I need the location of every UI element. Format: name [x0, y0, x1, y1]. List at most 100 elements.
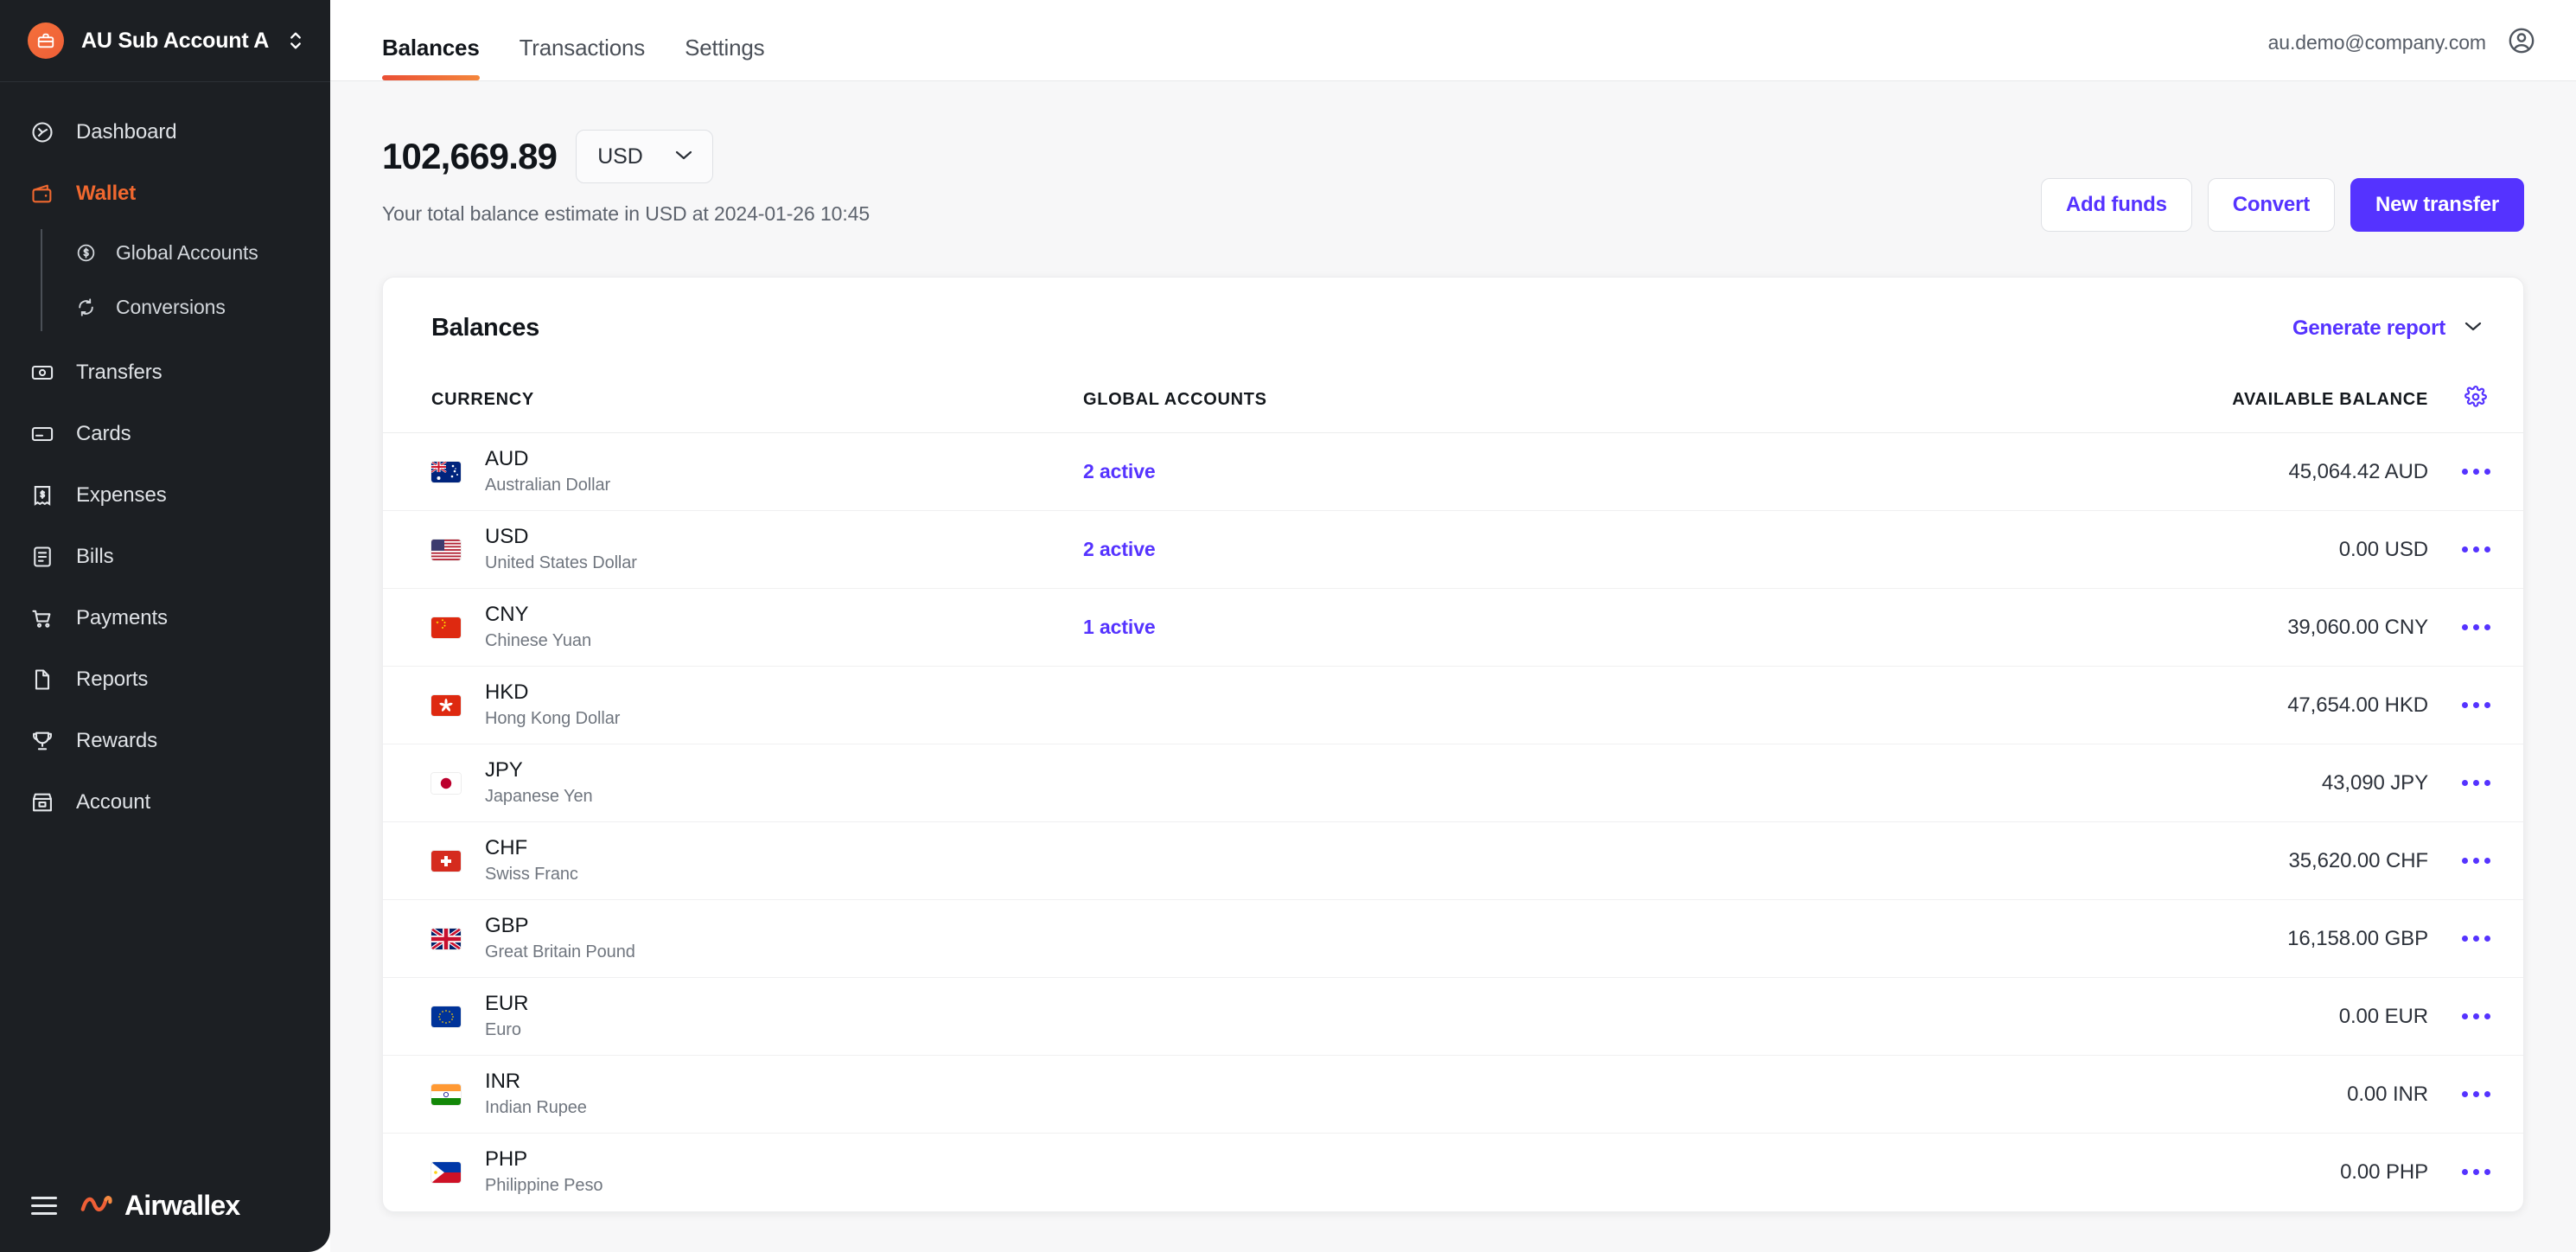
topbar: Balances Transactions Settings au.demo@c… — [330, 0, 2576, 81]
balances-table: CURRENCY GLOBAL ACCOUNTS AVAILABLE BALAN… — [383, 372, 2523, 1211]
currency-selector-value: USD — [597, 144, 643, 169]
currency-name: Hong Kong Dollar — [485, 709, 621, 728]
balance-summary: 102,669.89 USD Your total balance estima… — [382, 81, 2524, 232]
sidebar-footer: Airwallex — [0, 1159, 330, 1252]
table-row[interactable]: USD United States Dollar 2 active 0.00 U… — [383, 510, 2523, 589]
sidebar-subitem-label: Conversions — [116, 296, 226, 318]
sidebar-item-account[interactable]: Account — [0, 771, 330, 833]
currency-selector[interactable]: USD — [576, 130, 713, 183]
currency-name: Japanese Yen — [485, 787, 593, 806]
cart-icon — [28, 604, 57, 633]
global-accounts-link[interactable]: 2 active — [1083, 460, 1156, 482]
sidebar-item-conversions[interactable]: Conversions — [54, 280, 330, 335]
more-icon[interactable] — [2428, 780, 2523, 786]
currency-code: PHP — [485, 1147, 528, 1172]
available-balance: 35,620.00 CHF — [2288, 848, 2429, 872]
available-balance: 47,654.00 HKD — [2287, 693, 2428, 717]
transfers-icon — [28, 358, 57, 387]
currency-code: AUD — [485, 447, 529, 470]
add-funds-button[interactable]: Add funds — [2040, 178, 2192, 232]
sidebar-subitem-label: Global Accounts — [116, 241, 258, 264]
sidebar-item-global-accounts[interactable]: Global Accounts — [54, 226, 330, 280]
sidebar-item-reports[interactable]: Reports — [0, 648, 330, 710]
table-row[interactable]: CHF Swiss Franc 35,620.00 CHF — [383, 821, 2523, 900]
column-header-currency: CURRENCY — [383, 372, 1083, 433]
hamburger-icon[interactable] — [31, 1196, 57, 1215]
currency-code: HKD — [485, 680, 529, 704]
account-switcher[interactable]: AU Sub Account A — [0, 0, 330, 82]
more-icon[interactable] — [2428, 858, 2523, 864]
tab-balances[interactable]: Balances — [382, 35, 480, 80]
more-icon[interactable] — [2428, 1091, 2523, 1097]
sidebar-item-rewards[interactable]: Rewards — [0, 710, 330, 771]
global-accounts-link[interactable]: 2 active — [1083, 538, 1156, 560]
user-circle-icon[interactable] — [2507, 26, 2536, 60]
currency-code: CNY — [485, 603, 529, 626]
flag-gb-icon — [431, 928, 461, 949]
tab-transactions[interactable]: Transactions — [520, 35, 646, 80]
generate-report-label: Generate report — [2292, 316, 2445, 340]
sidebar-item-label: Payments — [76, 605, 168, 629]
tab-settings[interactable]: Settings — [685, 35, 765, 80]
brand-name: Airwallex — [124, 1189, 240, 1221]
user-area: au.demo@company.com — [2268, 26, 2536, 80]
receipt-icon — [28, 481, 57, 510]
balance-subtitle: Your total balance estimate in USD at 20… — [382, 202, 870, 225]
account-name: AU Sub Account A — [81, 28, 270, 53]
balance-summary-left: 102,669.89 USD Your total balance estima… — [382, 130, 870, 226]
sidebar-item-label: Account — [76, 789, 151, 814]
more-icon[interactable] — [2428, 1013, 2523, 1019]
dashboard-icon — [28, 118, 57, 147]
global-accounts-link[interactable]: 1 active — [1083, 616, 1156, 638]
currency-name: Great Britain Pound — [485, 942, 635, 961]
sidebar: AU Sub Account A Dashboard Wallet Global… — [0, 0, 330, 1252]
currency-code: USD — [485, 525, 529, 548]
table-row[interactable]: PHP Philippine Peso 0.00 PHP — [383, 1134, 2523, 1211]
sidebar-item-label: Rewards — [76, 728, 157, 752]
sidebar-item-label: Transfers — [76, 360, 163, 384]
sidebar-item-payments[interactable]: Payments — [0, 587, 330, 648]
more-icon[interactable] — [2428, 702, 2523, 708]
gear-icon[interactable] — [2464, 386, 2487, 412]
wallet-submenu: Global Accounts Conversions — [0, 226, 330, 335]
chevron-updown-icon[interactable] — [287, 29, 304, 52]
more-icon[interactable] — [2428, 936, 2523, 942]
more-icon[interactable] — [2428, 1169, 2523, 1176]
table-row[interactable]: GBP Great Britain Pound 16,158.00 GBP — [383, 899, 2523, 978]
sidebar-item-label: Bills — [76, 544, 114, 568]
sidebar-item-transfers[interactable]: Transfers — [0, 342, 330, 403]
sidebar-item-cards[interactable]: Cards — [0, 403, 330, 464]
balance-row: 102,669.89 USD — [382, 130, 870, 183]
document-icon — [28, 665, 57, 694]
convert-button[interactable]: Convert — [2207, 178, 2336, 232]
new-transfer-button[interactable]: New transfer — [2350, 178, 2524, 232]
table-row[interactable]: JPY Japanese Yen 43,090 JPY — [383, 744, 2523, 822]
more-icon[interactable] — [2428, 469, 2523, 475]
available-balance: 0.00 EUR — [2338, 1004, 2428, 1028]
flag-us-icon — [431, 539, 461, 560]
currency-name: Australian Dollar — [485, 476, 611, 495]
table-row[interactable]: CNY Chinese Yuan 1 active 39,060.00 CNY — [383, 588, 2523, 667]
currency-name: Swiss Franc — [485, 865, 578, 884]
store-icon — [28, 788, 57, 817]
more-icon[interactable] — [2428, 624, 2523, 630]
table-row[interactable]: AUD Australian Dollar 2 active 45,064.42… — [383, 432, 2523, 511]
flag-eu-icon — [431, 1006, 461, 1027]
flag-ch-icon — [431, 850, 461, 872]
available-balance: 0.00 PHP — [2340, 1159, 2428, 1184]
sidebar-item-dashboard[interactable]: Dashboard — [0, 101, 330, 163]
bill-icon — [28, 542, 57, 572]
sidebar-item-wallet[interactable]: Wallet — [0, 163, 330, 224]
sidebar-item-bills[interactable]: Bills — [0, 526, 330, 587]
table-row[interactable]: HKD Hong Kong Dollar 47,654.00 HKD — [383, 666, 2523, 744]
currency-name: United States Dollar — [485, 553, 637, 572]
table-row[interactable]: INR Indian Rupee 0.00 INR — [383, 1055, 2523, 1134]
sidebar-item-label: Cards — [76, 421, 131, 445]
more-icon[interactable] — [2428, 546, 2523, 553]
table-row[interactable]: EUR Euro 0.00 EUR — [383, 977, 2523, 1056]
generate-report-button[interactable]: Generate report — [2292, 316, 2484, 341]
sidebar-nav: Dashboard Wallet Global Accounts Convers… — [0, 82, 330, 1159]
sidebar-item-expenses[interactable]: Expenses — [0, 464, 330, 526]
sidebar-item-label: Wallet — [76, 181, 137, 205]
sidebar-item-label: Dashboard — [76, 119, 177, 144]
